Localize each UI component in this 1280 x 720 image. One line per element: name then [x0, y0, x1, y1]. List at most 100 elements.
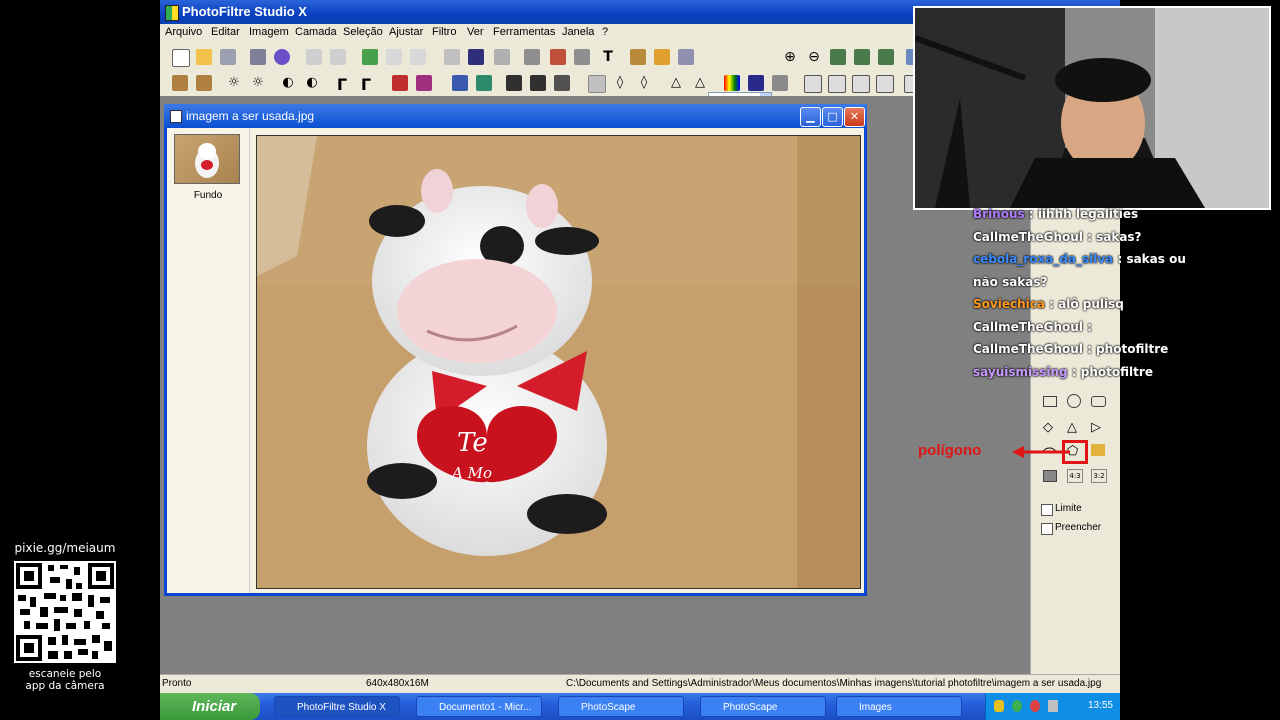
maximize-button[interactable]: □ — [822, 107, 843, 127]
fullscreen-icon[interactable] — [878, 49, 894, 65]
antivirus-icon[interactable] — [1030, 700, 1040, 712]
chat-username[interactable]: Soviechica — [973, 297, 1045, 311]
shield-icon[interactable] — [994, 700, 1004, 712]
rotate-right-icon[interactable] — [876, 75, 894, 93]
task-photofiltre[interactable]: PhotoFiltre Studio X — [274, 696, 400, 717]
task-photoscape-1[interactable]: PhotoScape — [558, 696, 684, 717]
paste-new-icon[interactable] — [410, 49, 426, 65]
ratio-43-button[interactable]: 4:3 — [1067, 469, 1083, 483]
histogram-icon[interactable] — [772, 75, 788, 91]
auto-level-icon[interactable] — [172, 75, 188, 91]
rounded-rect-tool-icon[interactable] — [1091, 396, 1106, 407]
zoom-out-icon[interactable]: ⊖ — [806, 49, 822, 65]
text-icon[interactable]: T — [600, 49, 616, 65]
task-photoscape-2[interactable]: PhotoScape — [700, 696, 826, 717]
webcam-feed — [913, 6, 1271, 210]
redo-icon[interactable] — [330, 49, 346, 65]
save-icon[interactable] — [220, 49, 236, 65]
copy-icon[interactable] — [362, 49, 378, 65]
start-button[interactable]: Iniciar — [160, 693, 260, 720]
color-balance-icon[interactable] — [748, 75, 764, 91]
minimize-button[interactable]: ▁ — [800, 107, 821, 127]
sepia-icon[interactable] — [476, 75, 492, 91]
blur-icon[interactable] — [506, 75, 522, 91]
chat-username[interactable]: CallmeTheGhoul — [973, 230, 1083, 244]
scan-icon[interactable] — [274, 49, 290, 65]
canvas-size-icon[interactable] — [550, 49, 566, 65]
network-icon[interactable] — [1012, 700, 1022, 712]
image-canvas[interactable]: Te A Mo — [256, 135, 861, 589]
brightness-plus-icon[interactable]: ☼ — [250, 75, 266, 91]
document-titlebar[interactable]: imagem a ser usada.jpg ▁ □ ✕ — [164, 104, 867, 128]
close-button[interactable]: ✕ — [844, 107, 865, 127]
fixed-size-icon[interactable] — [1043, 470, 1057, 482]
menu-help[interactable]: ? — [602, 26, 608, 38]
volume-icon[interactable] — [1048, 700, 1058, 712]
flip-v-icon[interactable] — [828, 75, 846, 93]
triangle-right-tool-icon[interactable]: ▷ — [1091, 420, 1109, 438]
rectangle-tool-icon[interactable] — [1043, 396, 1057, 407]
menu-ferramentas[interactable]: Ferramentas — [493, 26, 555, 38]
menu-filtro[interactable]: Filtro — [432, 26, 456, 38]
fill-checkbox[interactable] — [1041, 523, 1053, 535]
brightness-icon[interactable]: ☼ — [226, 75, 242, 91]
gamma-plus-icon[interactable]: Γ — [358, 75, 374, 94]
noise-icon[interactable] — [554, 75, 570, 91]
chat-username[interactable]: CallmeTheGhoul — [973, 320, 1083, 334]
triangle-tool-icon[interactable]: △ — [1067, 420, 1085, 438]
actual-size-icon[interactable] — [854, 49, 870, 65]
rotate-left-icon[interactable] — [852, 75, 870, 93]
image-size-icon[interactable] — [524, 49, 540, 65]
diamond-tool-icon[interactable]: ◇ — [1043, 420, 1061, 438]
zoom-in-icon[interactable]: ⊕ — [782, 49, 798, 65]
ellipse-tool-icon[interactable] — [1067, 394, 1081, 408]
menu-selecao[interactable]: Seleção — [343, 26, 383, 38]
new-icon[interactable] — [172, 49, 190, 67]
chat-username[interactable]: CallmeTheGhoul — [973, 342, 1083, 356]
saturation-icon[interactable] — [392, 75, 408, 91]
palette-icon[interactable] — [724, 75, 740, 91]
sharpen-icon[interactable] — [530, 75, 546, 91]
automation-icon[interactable] — [630, 49, 646, 65]
limit-checkbox[interactable] — [1041, 504, 1053, 516]
chat-separator: : — [1113, 252, 1127, 266]
contrast-icon[interactable]: ◐ — [280, 75, 296, 91]
auto-contrast-icon[interactable] — [196, 75, 212, 91]
open-icon[interactable] — [196, 49, 212, 65]
menu-ver[interactable]: Ver — [467, 26, 484, 38]
chat-username[interactable]: cebola_roxa_da_silva — [973, 252, 1113, 266]
flip-h-icon[interactable] — [804, 75, 822, 93]
grayscale-icon[interactable] — [452, 75, 468, 91]
task-documento[interactable]: Documento1 - Micr... — [416, 696, 542, 717]
ratio-32-button[interactable]: 3:2 — [1091, 469, 1107, 483]
gamma-icon[interactable]: Γ — [334, 75, 350, 94]
menu-janela[interactable]: Janela — [562, 26, 594, 38]
hue-icon[interactable] — [416, 75, 432, 91]
color-icon[interactable] — [468, 49, 484, 65]
batch-icon[interactable] — [654, 49, 670, 65]
menu-ajustar[interactable]: Ajustar — [389, 26, 423, 38]
frame-icon[interactable] — [588, 75, 606, 93]
layer-thumbnail[interactable] — [174, 134, 240, 184]
crop-icon[interactable] — [574, 49, 590, 65]
print-icon[interactable] — [250, 49, 266, 65]
menu-arquivo[interactable]: Arquivo — [165, 26, 202, 38]
chat-username[interactable]: sayuismissing — [973, 365, 1068, 379]
load-selection-icon[interactable] — [1091, 444, 1105, 456]
task-images[interactable]: Images — [836, 696, 962, 717]
triangle-icon[interactable]: △ — [668, 75, 684, 91]
chat-username[interactable]: Brinous — [973, 207, 1025, 221]
undo-icon[interactable] — [306, 49, 322, 65]
menu-imagem[interactable]: Imagem — [249, 26, 289, 38]
menu-editar[interactable]: Editar — [211, 26, 240, 38]
menu-camada[interactable]: Camada — [295, 26, 337, 38]
layer-icon[interactable] — [444, 49, 460, 65]
triangle-alt-icon[interactable]: △ — [692, 75, 708, 91]
paste-icon[interactable] — [386, 49, 402, 65]
contrast-plus-icon[interactable]: ◐ — [304, 75, 320, 91]
fit-icon[interactable] — [830, 49, 846, 65]
browser-icon[interactable] — [678, 49, 694, 65]
drop-icon[interactable]: ◊ — [612, 75, 628, 91]
transform-icon[interactable] — [494, 49, 510, 65]
fill-icon[interactable]: ◊ — [636, 75, 652, 91]
